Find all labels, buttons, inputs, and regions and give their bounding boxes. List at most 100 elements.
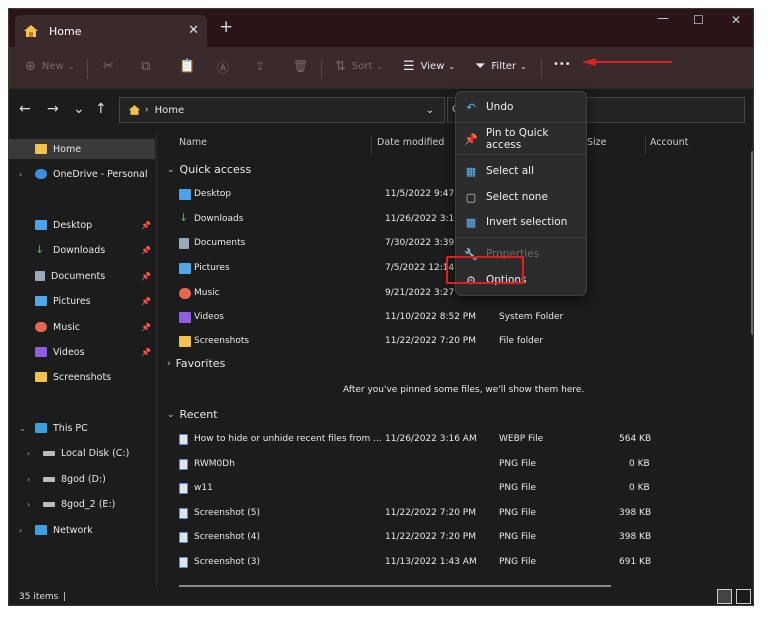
forward-button[interactable]: →	[47, 101, 59, 117]
sidebar-item-music[interactable]: Music 📌	[9, 317, 155, 337]
sidebar-item-pictures[interactable]: Pictures 📌	[9, 291, 155, 311]
column-header-date[interactable]: Date modified	[377, 137, 444, 148]
cut-icon[interactable]: ✂	[103, 59, 114, 74]
sidebar-item-network[interactable]: › Network	[9, 520, 155, 540]
item-date: 11/5/2022 9:47 P	[385, 189, 463, 199]
pin-icon[interactable]: 📌	[141, 246, 151, 255]
network-icon	[35, 525, 47, 535]
sidebar-item-home[interactable]: Home	[9, 139, 155, 159]
paste-icon[interactable]: 📋	[179, 59, 195, 74]
share-icon[interactable]: ⇪	[255, 59, 265, 73]
sidebar-item-this-pc[interactable]: ⌄ This PC	[9, 418, 155, 438]
menu-item-undo[interactable]: ↶ Undo	[456, 95, 586, 119]
list-item[interactable]: RWM0Dh PNG File 0 KB	[169, 455, 749, 475]
back-button[interactable]: ←	[19, 101, 31, 117]
rename-icon[interactable]: Ⓐ	[217, 59, 229, 76]
copy-icon[interactable]: ⧉	[141, 59, 150, 74]
item-name: Pictures	[194, 263, 230, 273]
chevron-down-icon: ⌄	[376, 62, 384, 71]
sort-label: Sort	[351, 61, 373, 72]
new-tab-button[interactable]: +	[219, 17, 233, 37]
address-dropdown-icon[interactable]: ⌄	[426, 105, 434, 116]
filter-label: Filter	[491, 61, 517, 72]
list-item[interactable]: Videos 11/10/2022 8:52 PM System Folder	[169, 308, 749, 328]
menu-item-pin-quick-access[interactable]: 📌 Pin to Quick access	[456, 127, 586, 151]
tab-home[interactable]: Home ✕	[15, 15, 207, 47]
pin-icon[interactable]: 📌	[141, 272, 151, 281]
list-item[interactable]: How to hide or unhide recent files from …	[169, 430, 749, 450]
sidebar-item-label: Music	[53, 321, 81, 333]
pin-icon[interactable]: 📌	[141, 323, 151, 332]
image-file-icon	[179, 459, 188, 470]
sidebar-item-local-disk-c[interactable]: › Local Disk (C:)	[9, 443, 155, 463]
item-name: RWM0Dh	[194, 459, 235, 469]
list-item[interactable]: Screenshot (3) 11/13/2022 1:43 AM PNG Fi…	[169, 553, 749, 573]
group-recent[interactable]: ⌄ Recent	[167, 408, 218, 421]
sidebar-item-onedrive[interactable]: › OneDrive - Personal	[9, 164, 155, 184]
list-item[interactable]: Screenshots 11/22/2022 7:20 PM File fold…	[169, 332, 749, 352]
menu-item-label: Select all	[486, 165, 534, 177]
vertical-scrollbar[interactable]	[751, 151, 753, 335]
list-item[interactable]: w11 PNG File 0 KB	[169, 479, 749, 499]
item-size: 0 KB	[629, 459, 650, 469]
item-name: Music	[194, 288, 220, 298]
menu-divider	[456, 154, 586, 155]
sort-button[interactable]: ⇅ Sort ⌄	[335, 59, 383, 74]
sidebar-item-downloads[interactable]: ↓ Downloads 📌	[9, 240, 155, 260]
breadcrumb[interactable]: Home	[155, 105, 185, 116]
sidebar-item-desktop[interactable]: Desktop 📌	[9, 215, 155, 235]
download-icon: ↓	[35, 243, 45, 256]
delete-icon[interactable]: 🗑	[293, 59, 308, 73]
tiles-view-icon[interactable]	[736, 589, 751, 604]
minimize-button[interactable]: —	[657, 11, 669, 25]
see-more-button[interactable]: •••	[553, 59, 571, 70]
tab-close-icon[interactable]: ✕	[188, 23, 199, 38]
up-button[interactable]: ↑	[95, 101, 107, 117]
pin-icon[interactable]: 📌	[141, 348, 151, 357]
videos-icon	[179, 312, 191, 323]
filter-button[interactable]: ⏷ Filter ⌄	[475, 59, 527, 74]
chevron-right-icon: ›	[19, 525, 23, 535]
column-header-account[interactable]: Account	[650, 137, 688, 148]
sidebar-item-drive-d[interactable]: › 8god (D:)	[9, 469, 155, 489]
pin-icon[interactable]: 📌	[141, 297, 151, 306]
sidebar-item-screenshots[interactable]: Screenshots	[9, 367, 155, 387]
recent-locations-button[interactable]: ⌄	[73, 101, 85, 117]
toolbar-divider	[87, 59, 88, 79]
chevron-right-icon: ›	[27, 499, 31, 509]
view-button[interactable]: ☰ View ⌄	[403, 59, 455, 74]
sidebar-item-label: Home	[53, 143, 82, 155]
item-size: 564 KB	[619, 434, 652, 444]
column-header-name[interactable]: Name	[179, 137, 207, 148]
chevron-down-icon: ⌄	[19, 423, 26, 433]
pin-icon[interactable]: 📌	[141, 221, 151, 230]
list-item[interactable]: Screenshot (4) 11/22/2022 7:20 PM PNG Fi…	[169, 528, 749, 548]
sidebar-item-label: Desktop	[53, 219, 93, 231]
music-icon	[35, 322, 47, 332]
list-item[interactable]: Screenshot (5) 11/22/2022 7:20 PM PNG Fi…	[169, 504, 749, 524]
image-file-icon	[179, 434, 188, 445]
sidebar-item-documents[interactable]: Documents 📌	[9, 266, 155, 286]
download-icon: ↓	[179, 211, 189, 224]
sidebar-item-videos[interactable]: Videos 📌	[9, 342, 155, 362]
menu-item-select-all[interactable]: ▦ Select all	[456, 159, 586, 183]
address-bar[interactable]: › Home ⌄	[119, 97, 445, 123]
group-favorites[interactable]: › Favorites	[167, 357, 225, 370]
drive-icon	[43, 450, 55, 456]
menu-item-select-none[interactable]: ▢ Select none	[456, 185, 586, 209]
menu-item-invert-selection[interactable]: ▩ Invert selection	[456, 210, 586, 234]
item-count: 35 items	[19, 592, 59, 602]
item-size: 398 KB	[619, 508, 652, 518]
new-button[interactable]: ⊕ New ⌄	[25, 59, 74, 74]
image-file-icon	[179, 557, 188, 568]
menu-item-label: Select none	[486, 191, 548, 203]
group-quick-access[interactable]: ⌄ Quick access	[167, 163, 251, 176]
maximize-button[interactable]: ☐	[693, 13, 704, 27]
sidebar-item-drive-e[interactable]: › 8god_2 (E:)	[9, 494, 155, 514]
column-header-size[interactable]: Size	[587, 137, 607, 148]
sidebar-item-label: Network	[53, 524, 93, 536]
details-view-icon[interactable]	[717, 589, 732, 604]
drive-icon	[43, 501, 55, 507]
chevron-right-icon: ›	[167, 358, 171, 369]
close-window-button[interactable]: ✕	[731, 13, 741, 27]
